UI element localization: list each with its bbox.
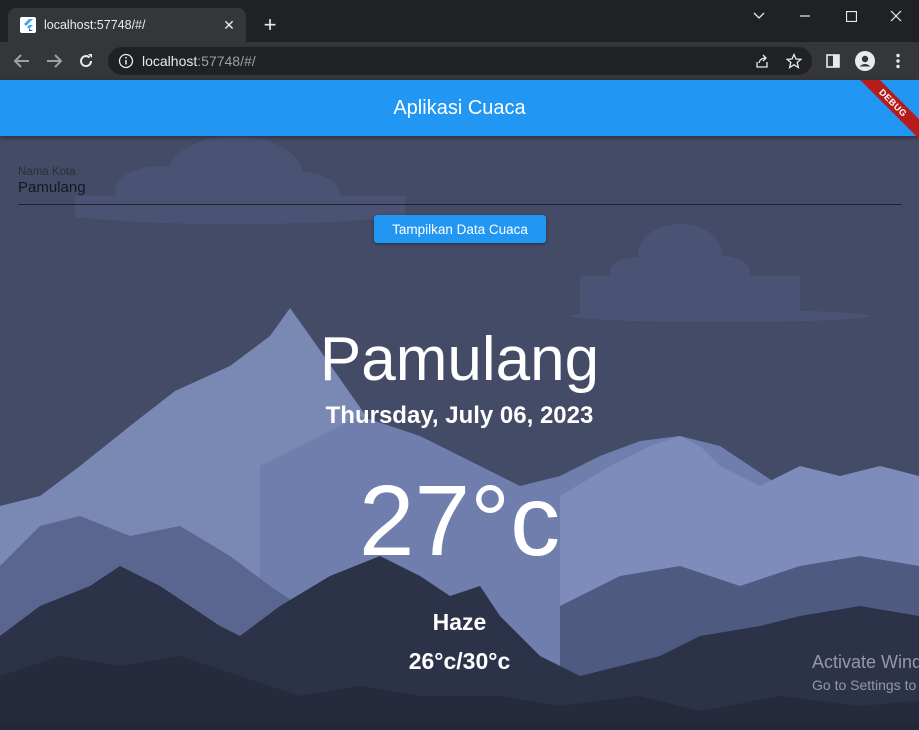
tab-title: localhost:57748/#/ [44,18,146,32]
url-text[interactable]: localhost:57748/#/ [142,53,256,69]
app-body: Nama Kota Tampilkan Data Cuaca Pamulang … [0,136,919,730]
share-icon[interactable] [753,52,771,70]
maximize-icon[interactable] [828,0,874,32]
address-bar[interactable]: localhost:57748/#/ [108,47,812,75]
reload-icon[interactable] [74,49,98,73]
weather-temperature: 27°c [358,465,561,577]
tab-close-icon[interactable]: ✕ [220,16,238,34]
close-window-icon[interactable] [873,0,919,32]
weather-condition: Haze [432,609,487,635]
app-bar: Aplikasi Cuaca [0,80,919,136]
side-panel-icon[interactable] [823,51,843,71]
city-input-underline [18,204,902,205]
profile-avatar-icon[interactable] [855,51,875,71]
browser-menu-icon[interactable] [888,51,908,71]
site-info-icon[interactable] [118,53,134,69]
back-arrow-icon[interactable] [10,49,34,73]
city-field-label: Nama Kota [18,166,76,178]
bookmark-star-icon[interactable] [785,52,803,70]
flutter-favicon-icon [20,17,36,33]
browser-tab[interactable]: localhost:57748/#/ ✕ [8,8,246,42]
weather-city-name: Pamulang [319,325,600,394]
weather-date: Thursday, July 06, 2023 [325,402,594,429]
url-path: :57748/#/ [197,53,256,69]
app-title: Aplikasi Cuaca [393,97,526,119]
url-host: localhost [142,53,198,69]
show-weather-button[interactable]: Tampilkan Data Cuaca [374,215,546,243]
browser-tabstrip: localhost:57748/#/ ✕ + [0,0,919,42]
tab-search-chevron-icon[interactable] [736,0,782,32]
forward-arrow-icon[interactable] [42,49,66,73]
city-input[interactable] [18,179,898,196]
activate-windows-subtitle: Go to Settings to activate Windows. [812,677,919,693]
weather-min-max: 26°c/30°c [408,648,511,674]
activate-windows-watermark: Activate Windows Go to Settings to activ… [812,652,919,693]
new-tab-icon[interactable]: + [258,13,282,37]
browser-toolbar: localhost:57748/#/ [0,42,919,80]
activate-windows-title: Activate Windows [812,652,919,672]
minimize-icon[interactable] [782,0,828,32]
